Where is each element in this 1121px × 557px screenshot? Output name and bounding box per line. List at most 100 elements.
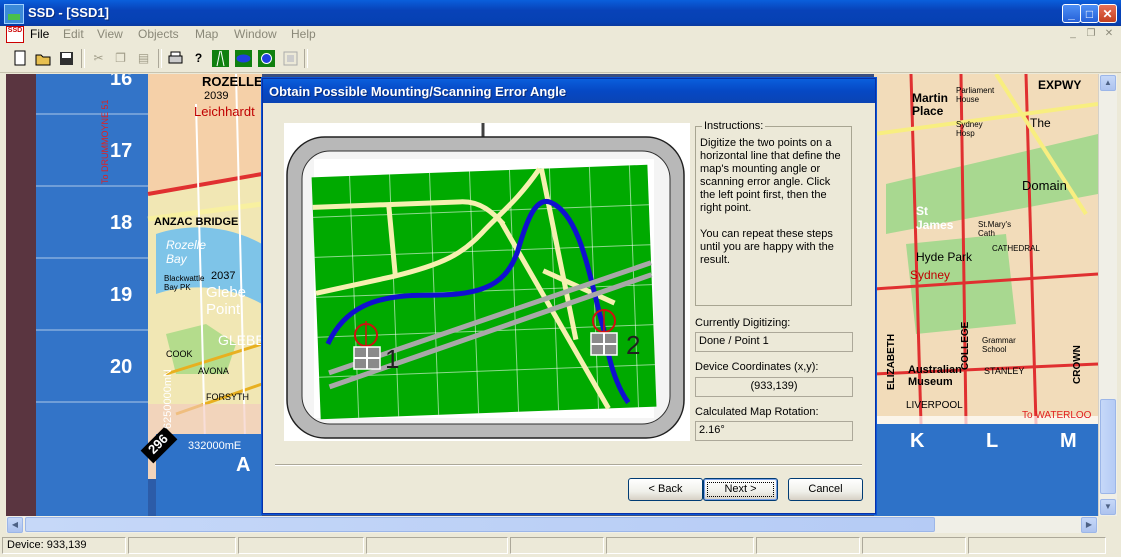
map-label-parliament: Parliament House (956, 86, 995, 104)
status-pane-8 (862, 537, 966, 554)
dialog-title: Obtain Possible Mounting/Scanning Error … (269, 84, 567, 99)
print-icon[interactable] (165, 48, 186, 69)
window-icon[interactable] (280, 48, 301, 69)
coord-easting-label: 332000mE (188, 440, 242, 452)
map-label-blackwattle: Blackwattle Bay PK (164, 274, 205, 292)
menu-view[interactable]: View (97, 27, 123, 41)
scroll-left-icon[interactable]: ◀ (7, 517, 23, 533)
cut-icon[interactable]: ✂ (88, 48, 109, 69)
map-label-glebe: GLEBE (218, 332, 265, 348)
map-label-2037: 2037 (211, 270, 236, 282)
map-label-grammar: Grammar School (982, 336, 1016, 354)
instructions-group: Instructions: Digitize the two points on… (695, 120, 852, 306)
currently-digitizing-label: Currently Digitizing: (695, 317, 791, 329)
document-icon[interactable]: SSD (6, 26, 24, 43)
map-label-hyde-park: Hyde Park (916, 250, 973, 264)
map-label-sydney-hosp: Sydney Hosp (956, 120, 983, 138)
rotation-dialog[interactable]: Obtain Possible Mounting/Scanning Error … (262, 78, 876, 514)
row-number-17: 17 (110, 140, 133, 162)
scroll-up-icon[interactable]: ▲ (1100, 75, 1116, 91)
map-label-expwy: EXPWY (1038, 78, 1082, 92)
map-label-avona: AVONA (198, 366, 229, 376)
grid-letter-l: L (986, 430, 999, 452)
device-coordinates-field: (933,139) (695, 377, 853, 397)
instructions-paragraph-2: You can repeat these steps until you are… (700, 228, 834, 266)
status-pane-9 (968, 537, 1106, 554)
map-label-leichhardt: Leichhardt (194, 104, 255, 119)
row-number-20: 20 (110, 356, 133, 378)
save-icon[interactable] (56, 48, 77, 69)
waterloo-label: To WATERLOO (1022, 410, 1092, 421)
help-icon[interactable]: ? (188, 48, 209, 69)
map-label-stanley: STANLEY (984, 366, 1025, 376)
vertical-scroll-thumb[interactable] (1100, 399, 1116, 494)
map-label-2039: 2039 (204, 90, 229, 102)
cancel-button[interactable]: Cancel (788, 478, 863, 501)
row-number-18: 18 (110, 212, 133, 234)
dialog-title-bar[interactable]: Obtain Possible Mounting/Scanning Error … (263, 79, 875, 103)
title-bar[interactable]: SSD - [SSD1] _ □ ✕ (0, 0, 1121, 26)
status-pane-3 (238, 537, 364, 554)
map-label-liverpool: LIVERPOOL (906, 400, 963, 411)
next-button-label: Next > (724, 483, 757, 495)
minimize-button[interactable]: _ (1062, 4, 1081, 23)
menu-file[interactable]: File (30, 27, 49, 41)
menu-window[interactable]: Window (234, 27, 277, 41)
back-button-label: < Back (648, 483, 683, 495)
illustration-panel: 1 2 (284, 123, 690, 441)
device-coordinates-label: Device Coordinates (x,y): (695, 361, 819, 373)
grid-letter-a: A (236, 454, 251, 476)
close-button[interactable]: ✕ (1098, 4, 1117, 23)
scroll-right-icon[interactable]: ▶ (1081, 517, 1097, 533)
mdi-minimize-icon[interactable]: _ (1066, 28, 1080, 41)
toolbar: ✂ ❐ ▤ ? (0, 45, 1121, 73)
row-number-19: 19 (110, 284, 133, 306)
maximize-button[interactable]: □ (1080, 4, 1099, 23)
mdi-close-icon[interactable]: ✕ (1102, 28, 1116, 41)
instructions-paragraph-1: Digitize the two points on a horizontal … (700, 137, 841, 214)
horizontal-scrollbar[interactable]: ◀ ▶ (6, 516, 1098, 533)
status-pane-6 (606, 537, 754, 554)
instructions-text: Digitize the two points on a horizontal … (700, 137, 848, 267)
mdi-restore-icon[interactable]: ❐ (1084, 28, 1098, 41)
next-button[interactable]: Next > (703, 478, 778, 501)
new-icon[interactable] (10, 48, 31, 69)
digitizer-illustration (286, 123, 685, 439)
window-title: SSD - [SSD1] (28, 5, 109, 20)
menu-map[interactable]: Map (195, 27, 218, 41)
menu-bar: SSD File Edit View Objects Map Window He… (0, 26, 1121, 45)
zoom-icon[interactable] (256, 48, 277, 69)
status-device: Device: 933,139 (2, 537, 126, 554)
row-number-16: 16 (110, 74, 133, 90)
map-label-college: COLLEGE (960, 321, 971, 370)
map-label-the: The (1030, 116, 1051, 130)
map-label-forsyth: FORSYTH (206, 392, 250, 402)
horizontal-scroll-thumb[interactable] (25, 517, 935, 532)
point-1-label: 1 (385, 344, 400, 374)
grid-letter-m: M (1060, 430, 1077, 452)
map-rotation-field: 2.16° (695, 421, 853, 441)
app-icon[interactable] (4, 4, 24, 24)
button-divider (275, 464, 862, 466)
open-icon[interactable] (33, 48, 54, 69)
status-pane-4 (366, 537, 508, 554)
vertical-scrollbar[interactable]: ▲ ▼ (1098, 74, 1117, 516)
map-label-st-marys: St.Mary's Cath (978, 220, 1012, 238)
layer-icon[interactable] (233, 48, 254, 69)
scroll-down-icon[interactable]: ▼ (1100, 499, 1116, 515)
road-icon[interactable] (210, 48, 231, 69)
status-pane-5 (510, 537, 604, 554)
menu-objects[interactable]: Objects (138, 27, 179, 41)
currently-digitizing-field: Done / Point 1 (695, 332, 853, 352)
status-pane-2 (128, 537, 236, 554)
map-rotation-label: Calculated Map Rotation: (695, 406, 819, 418)
map-label-cook: COOK (166, 349, 193, 359)
menu-edit[interactable]: Edit (63, 27, 84, 41)
map-label-rozelle: ROZELLE (202, 74, 263, 89)
map-label-sydney: Sydney (910, 268, 951, 282)
back-button[interactable]: < Back (628, 478, 703, 501)
map-label-cathedral: CATHEDRAL (992, 244, 1040, 253)
menu-help[interactable]: Help (291, 27, 316, 41)
copy-icon[interactable]: ❐ (110, 48, 131, 69)
paste-icon[interactable]: ▤ (133, 48, 154, 69)
